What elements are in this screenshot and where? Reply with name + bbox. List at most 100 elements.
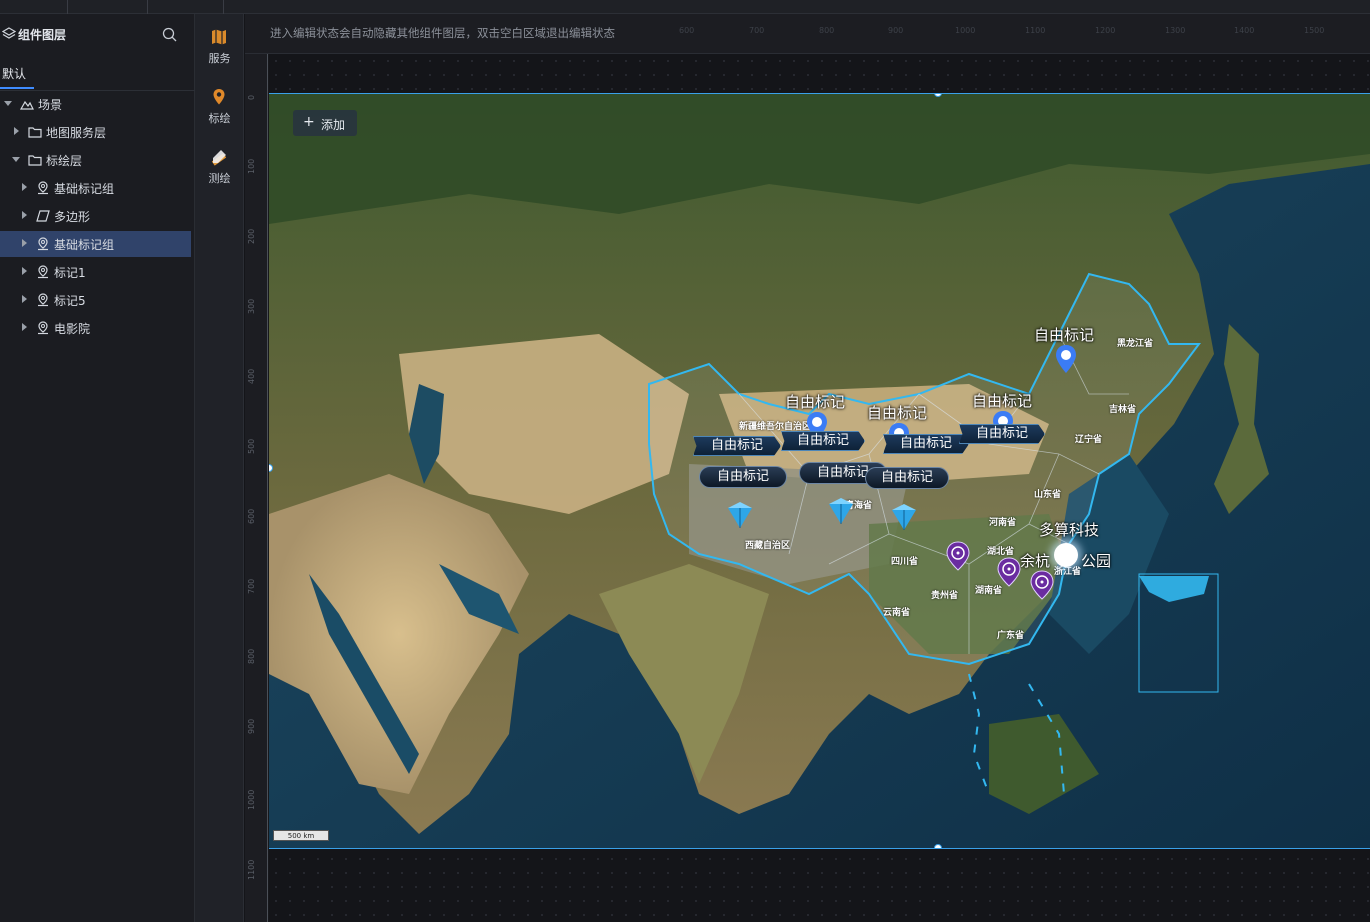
diamond-marker[interactable] (727, 502, 753, 530)
top-tab-1[interactable] (0, 0, 68, 14)
layers-icon (2, 27, 16, 39)
ruler-tick: 1400 (1234, 26, 1255, 35)
ruler-tick: 1300 (1165, 26, 1186, 35)
province-label: 云南省 (883, 608, 911, 618)
tree-item-label: 标记5 (54, 294, 86, 308)
layer-panel-title: 组件图层 (18, 28, 67, 42)
ruler-tick: 1500 (1304, 26, 1325, 35)
caret-right-icon[interactable] (19, 210, 29, 220)
poi-circle-marker[interactable] (1054, 543, 1078, 567)
poi-label: 多算科技 (1039, 521, 1100, 539)
ruler-tick: 1000 (247, 789, 256, 810)
free-marker-label: 自由标记 (1034, 326, 1095, 344)
ruler-tick: 1000 (955, 26, 976, 35)
rail-service-button[interactable]: 服务 (195, 28, 244, 78)
cinema-marker[interactable] (946, 541, 970, 571)
rail-plot-label: 标绘 (208, 112, 231, 125)
ruler-tick: 600 (679, 26, 695, 35)
caret-right-icon[interactable] (11, 126, 21, 136)
scale-bar: 500 km (273, 830, 329, 841)
map-add-button[interactable]: + 添加 (293, 110, 357, 136)
tool-rail: 服务 标绘 测绘 (195, 14, 244, 922)
free-marker-label: 自由标记 (867, 404, 928, 422)
tree-item-label: 标绘层 (46, 154, 83, 168)
free-marker-pill[interactable]: 自由标记 (865, 467, 949, 489)
ruler-tick: 100 (247, 158, 256, 174)
province-label: 广东省 (997, 631, 1025, 641)
map-pin-marker[interactable] (1055, 344, 1077, 374)
map-add-label: 添加 (321, 118, 346, 132)
ruler-tick: 0 (247, 94, 256, 100)
rail-service-label: 服务 (208, 52, 231, 65)
poi-label: 公园 (1081, 552, 1112, 570)
caret-right-icon[interactable] (19, 182, 29, 192)
province-label: 四川省 (891, 557, 919, 567)
free-marker-banner[interactable]: 自由标记 (883, 434, 969, 454)
map-pin-icon (38, 321, 48, 335)
ruler-tick: 500 (247, 438, 256, 454)
ruler-tick: 600 (247, 508, 256, 524)
map-pin-icon (38, 237, 48, 251)
ruler-pencil-icon (211, 150, 227, 166)
cinema-marker[interactable] (997, 557, 1021, 587)
tree-item-marker-5[interactable]: 标记5 (0, 287, 191, 313)
map-component[interactable]: + 添加 500 km 黑龙江省 吉林省 辽宁省 新疆维吾尔自治区 山东省 河南… (269, 93, 1370, 849)
free-marker-banner[interactable]: 自由标记 (693, 436, 781, 456)
free-marker-pill[interactable]: 自由标记 (699, 466, 787, 488)
diamond-marker[interactable] (891, 504, 917, 532)
ruler-tick: 1200 (1095, 26, 1116, 35)
tree-item-marker-1[interactable]: 标记1 (0, 259, 191, 285)
tree-item-scene[interactable]: 场景 (0, 91, 191, 117)
top-tab-2[interactable] (68, 0, 148, 14)
free-marker-banner[interactable]: 自由标记 (959, 424, 1045, 444)
tree-item-map-service-layer[interactable]: 地图服务层 (0, 119, 191, 145)
search-icon[interactable] (162, 27, 177, 42)
caret-right-icon[interactable] (19, 322, 29, 332)
province-label: 河南省 (989, 518, 1017, 528)
folder-icon (28, 127, 42, 138)
tree-item-label: 地图服务层 (46, 126, 107, 140)
tree-item-basic-marker-group[interactable]: 基础标记组 (0, 175, 191, 201)
vertical-ruler: 0 100 200 300 400 500 600 700 800 900 10… (245, 54, 268, 922)
tab-active-indicator (0, 87, 34, 89)
map-pin-icon (38, 293, 48, 307)
caret-right-icon[interactable] (19, 266, 29, 276)
folder-icon (28, 155, 42, 166)
ruler-tick: 1100 (1025, 26, 1046, 35)
tree-item-polygon[interactable]: 多边形 (0, 203, 191, 229)
tree-item-label: 标记1 (54, 266, 86, 280)
tree-item-cinema[interactable]: 电影院 (0, 315, 191, 341)
rail-plot-button[interactable]: 标绘 (195, 88, 244, 138)
mountain-icon (20, 100, 34, 110)
ruler-tick: 700 (749, 26, 765, 35)
caret-down-icon[interactable] (3, 98, 13, 108)
province-label: 贵州省 (931, 591, 959, 601)
top-tab-3[interactable] (148, 0, 224, 14)
location-pin-icon (213, 89, 225, 105)
rail-survey-button[interactable]: 测绘 (195, 148, 244, 198)
caret-right-icon[interactable] (19, 238, 29, 248)
caret-right-icon[interactable] (19, 294, 29, 304)
ruler-tick: 400 (247, 368, 256, 384)
tree-item-label: 场景 (38, 98, 63, 112)
tree-item-label: 基础标记组 (54, 182, 115, 196)
ruler-tick: 900 (247, 718, 256, 734)
rail-survey-label: 测绘 (208, 172, 231, 185)
polygon-icon (36, 210, 50, 222)
tree-item-plot-layer[interactable]: 标绘层 (0, 147, 191, 173)
free-marker-label: 自由标记 (972, 392, 1033, 410)
resize-handle-bottom[interactable] (934, 844, 942, 848)
tab-default[interactable]: 默认 (2, 65, 26, 89)
tree-item-label: 电影院 (54, 322, 91, 336)
province-label: 辽宁省 (1075, 435, 1103, 445)
poi-label: 余杭 (1020, 552, 1051, 570)
cinema-marker[interactable] (1030, 570, 1054, 600)
ruler-tick: 300 (247, 298, 256, 314)
province-label: 西藏自治区 (745, 541, 791, 551)
diamond-marker[interactable] (828, 498, 854, 526)
edit-mode-hint: 进入编辑状态会自动隐藏其他组件图层，双击空白区域退出编辑状态 (270, 26, 615, 40)
free-marker-banner[interactable]: 自由标记 (781, 431, 865, 451)
ruler-tick: 700 (247, 578, 256, 594)
tree-item-basic-marker-group-selected[interactable]: 基础标记组 (0, 231, 191, 257)
caret-down-icon[interactable] (11, 154, 21, 164)
